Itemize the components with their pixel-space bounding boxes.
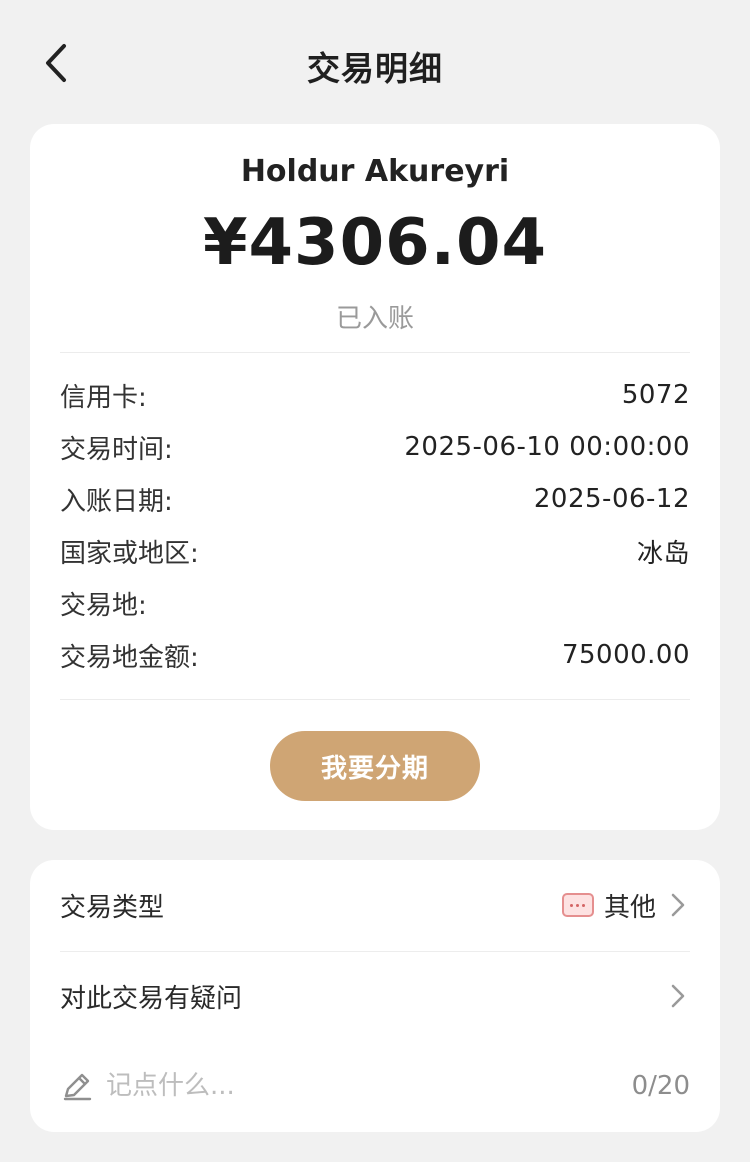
detail-value: 75000.00 (561, 640, 690, 670)
transaction-type-row[interactable]: 交易类型 其他 (60, 870, 690, 940)
transaction-type-label: 交易类型 (60, 892, 165, 923)
divider (60, 699, 690, 700)
installment-button[interactable]: 我要分期 (270, 731, 480, 801)
chevron-right-icon (666, 891, 690, 919)
other-category-icon (561, 893, 594, 917)
detail-label: 交易地: (60, 590, 147, 621)
detail-row-transaction-time: 交易时间: 2025-06-10 00:00:00 (60, 427, 690, 467)
transaction-amount: ¥4306.04 (202, 206, 548, 280)
posting-status: 已入账 (335, 304, 414, 334)
note-character-counter: 0/20 (631, 1071, 690, 1101)
transaction-type-value: 其他 (603, 892, 656, 923)
detail-label: 入账日期: (60, 486, 173, 517)
detail-value: 5072 (621, 380, 690, 410)
pencil-icon (63, 1073, 92, 1101)
detail-value: 2025-06-10 00:00:00 (404, 432, 690, 462)
page-title: 交易明细 (307, 49, 443, 88)
detail-value: 冰岛 (636, 538, 690, 569)
header: 交易明细 (0, 0, 750, 125)
transaction-type-value-group: 其他 (561, 887, 690, 924)
note-row: 0/20 (60, 1051, 690, 1121)
detail-row-local-amount: 交易地金额: 75000.00 (60, 635, 690, 675)
note-input[interactable] (106, 1071, 466, 1101)
note-input-group (60, 1069, 466, 1103)
divider (60, 352, 690, 353)
detail-row-posting-date: 入账日期: 2025-06-12 (60, 479, 690, 519)
detail-row-card: 信用卡: 5072 (60, 375, 690, 415)
screen: 交易明细 Holdur Akureyri ¥4306.04 已入账 信用卡: 5… (0, 0, 750, 1162)
dispute-transaction-label: 对此交易有疑问 (60, 983, 243, 1014)
transaction-summary-card: Holdur Akureyri ¥4306.04 已入账 信用卡: 5072 交… (30, 124, 720, 830)
detail-value: 2025-06-12 (533, 484, 690, 514)
merchant-name: Holdur Akureyri (240, 154, 510, 189)
detail-label: 国家或地区: (60, 538, 199, 569)
detail-label: 信用卡: (60, 382, 147, 413)
detail-label: 交易时间: (60, 434, 173, 465)
transaction-actions-card: 交易类型 其他 对此交易有疑问 记点什么... 0/20 (30, 860, 720, 1132)
divider (60, 951, 690, 952)
detail-label: 交易地金额: (60, 642, 199, 673)
dispute-transaction-row[interactable]: 对此交易有疑问 (60, 961, 690, 1031)
chevron-right-icon (666, 982, 690, 1010)
detail-row-country: 国家或地区: 冰岛 (60, 531, 690, 571)
detail-row-location: 交易地: (60, 583, 690, 623)
